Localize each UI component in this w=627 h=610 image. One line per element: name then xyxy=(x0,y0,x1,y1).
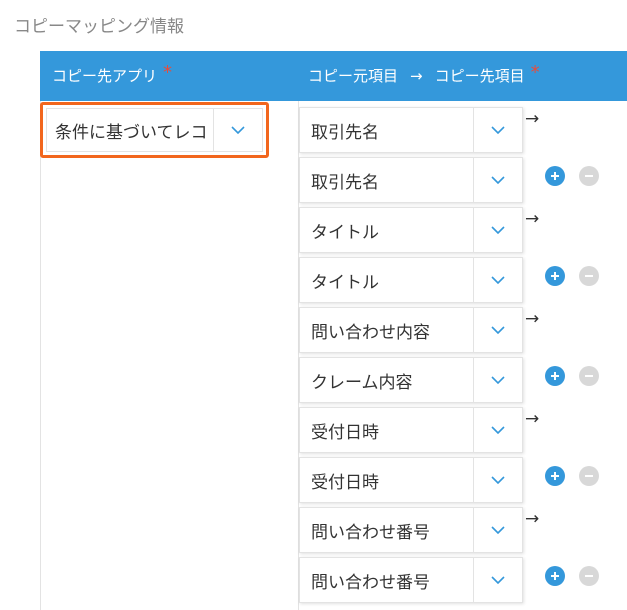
remove-row-button[interactable] xyxy=(579,566,599,586)
plus-icon xyxy=(551,572,559,580)
minus-icon xyxy=(585,575,593,577)
dest-field-select[interactable]: 問い合わせ番号 xyxy=(299,557,523,603)
source-field-header-label: コピー元項目 xyxy=(308,67,399,85)
chevron-down-icon xyxy=(491,426,505,434)
required-mark: * xyxy=(530,62,540,83)
chevron-down-icon xyxy=(491,376,505,384)
dest-field-dropdown-button[interactable] xyxy=(473,558,522,602)
dest-field-value: タイトル xyxy=(311,272,379,293)
remove-row-button[interactable] xyxy=(579,266,599,286)
source-field-dropdown-button[interactable] xyxy=(473,308,522,352)
mapping-arrow: → xyxy=(525,309,540,329)
add-row-button[interactable] xyxy=(545,566,565,586)
source-field-dropdown-button[interactable] xyxy=(473,208,522,252)
dest-field-dropdown-button[interactable] xyxy=(473,158,522,202)
source-field-value: 問い合わせ内容 xyxy=(311,322,430,343)
dest-field-value: 取引先名 xyxy=(311,172,379,193)
source-field-value: 受付日時 xyxy=(311,422,379,443)
dest-field-dropdown-button[interactable] xyxy=(473,358,522,402)
chevron-down-icon xyxy=(491,226,505,234)
dest-app-select[interactable]: 条件に基づいてレコー xyxy=(40,102,269,158)
chevron-down-icon xyxy=(491,126,505,134)
source-field-select[interactable]: タイトル xyxy=(299,207,523,253)
source-field-dropdown-button[interactable] xyxy=(473,108,522,152)
mapping-arrow: → xyxy=(525,509,540,529)
add-row-button[interactable] xyxy=(545,266,565,286)
dest-field-select[interactable]: クレーム内容 xyxy=(299,357,523,403)
source-field-select[interactable]: 取引先名 xyxy=(299,107,523,153)
chevron-down-icon xyxy=(491,276,505,284)
plus-icon xyxy=(551,372,559,380)
chevron-down-icon xyxy=(491,176,505,184)
dest-field-dropdown-button[interactable] xyxy=(473,458,522,502)
remove-row-button[interactable] xyxy=(579,166,599,186)
source-field-select[interactable]: 問い合わせ内容 xyxy=(299,307,523,353)
dest-field-dropdown-button[interactable] xyxy=(473,258,522,302)
source-field-value: タイトル xyxy=(311,222,379,243)
header-arrow: → xyxy=(410,67,423,85)
add-row-button[interactable] xyxy=(545,166,565,186)
minus-icon xyxy=(585,175,593,177)
source-field-dropdown-button[interactable] xyxy=(473,508,522,552)
source-field-select[interactable]: 受付日時 xyxy=(299,407,523,453)
chevron-down-icon xyxy=(491,526,505,534)
dest-field-value: 問い合わせ番号 xyxy=(311,572,430,593)
chevron-down-icon xyxy=(491,476,505,484)
source-field-value: 取引先名 xyxy=(311,122,379,143)
minus-icon xyxy=(585,275,593,277)
source-field-value: 問い合わせ番号 xyxy=(311,522,430,543)
minus-icon xyxy=(585,375,593,377)
dest-field-select[interactable]: 取引先名 xyxy=(299,157,523,203)
source-field-select[interactable]: 問い合わせ番号 xyxy=(299,507,523,553)
add-row-button[interactable] xyxy=(545,366,565,386)
dest-field-select[interactable]: タイトル xyxy=(299,257,523,303)
dest-app-select-box[interactable]: 条件に基づいてレコー xyxy=(46,108,263,152)
add-row-button[interactable] xyxy=(545,466,565,486)
dest-field-value: クレーム内容 xyxy=(311,372,413,393)
dest-app-select-value: 条件に基づいてレコー xyxy=(55,122,208,143)
dest-field-value: 受付日時 xyxy=(311,472,379,493)
remove-row-button[interactable] xyxy=(579,466,599,486)
required-mark: * xyxy=(163,62,173,83)
chevron-down-icon xyxy=(231,126,245,134)
minus-icon xyxy=(585,475,593,477)
field-mapping-header: コピー元項目 → コピー先項目 * xyxy=(308,62,540,86)
source-field-dropdown-button[interactable] xyxy=(473,408,522,452)
mapping-arrow: → xyxy=(525,209,540,229)
plus-icon xyxy=(551,172,559,180)
dest-app-dropdown-button[interactable] xyxy=(213,109,262,151)
dest-app-header: コピー先アプリ * xyxy=(52,62,173,86)
mapping-table-header: コピー先アプリ * コピー元項目 → コピー先項目 * xyxy=(40,51,627,101)
dest-field-select[interactable]: 受付日時 xyxy=(299,457,523,503)
mapping-arrow: → xyxy=(525,109,540,129)
remove-row-button[interactable] xyxy=(579,366,599,386)
plus-icon xyxy=(551,472,559,480)
chevron-down-icon xyxy=(491,576,505,584)
dest-field-header-label: コピー先項目 xyxy=(434,67,525,85)
plus-icon xyxy=(551,272,559,280)
section-title: コピーマッピング情報 xyxy=(14,17,184,37)
column-divider xyxy=(40,101,41,610)
chevron-down-icon xyxy=(491,326,505,334)
dest-app-header-label: コピー先アプリ xyxy=(52,67,158,85)
mapping-arrow: → xyxy=(525,409,540,429)
